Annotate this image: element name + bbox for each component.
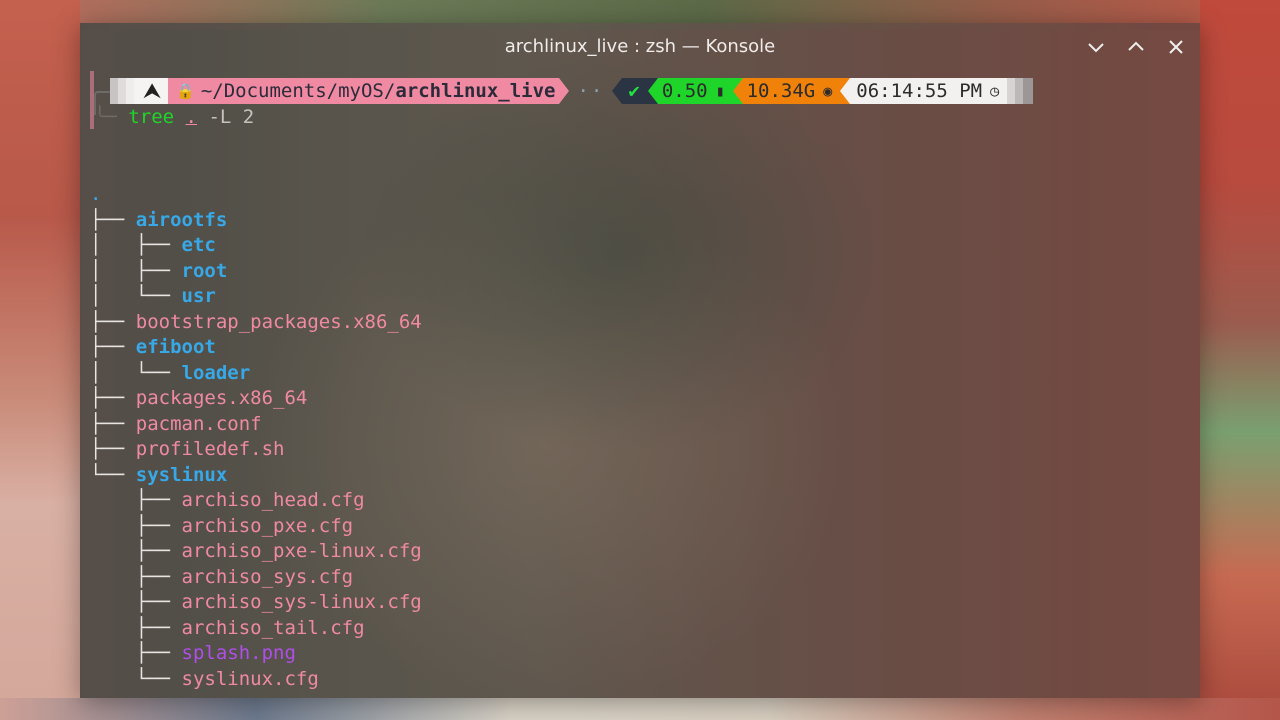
tree-root: . [90, 183, 102, 205]
tree-branch: ├── [90, 387, 136, 409]
tree-branch: ├── [90, 336, 136, 358]
command-prefix: ╰─ [94, 106, 129, 128]
konsole-window: archlinux_live : zsh — Konsole ⮝ 🔒 ~/Doc… [80, 23, 1200, 698]
tree-row: ├── archiso_pxe-linux.cfg [90, 539, 422, 565]
tree-row: ├── airootfs [90, 208, 422, 234]
tree-file: bootstrap_packages.x86_64 [135, 310, 422, 333]
tree-branch: ├── [90, 565, 182, 588]
load-value: 0.50 [661, 80, 708, 102]
tree-branch: │ └── [90, 285, 182, 307]
tree-branch: ├── [90, 514, 182, 537]
chevron-down-icon [1088, 43, 1104, 53]
tree-row: ├── bootstrap_packages.x86_64 [90, 310, 422, 336]
terminal-area[interactable]: ⮝ 🔒 ~/Documents/myOS/archlinux_live ·· ✔… [80, 71, 1200, 698]
tree-row: ├── pacman.conf [90, 412, 422, 438]
tree-branch: └── [90, 667, 182, 690]
prompt-dots: ·· [577, 80, 605, 102]
tree-branch: ├── [90, 591, 182, 613]
arch-logo-icon: ⮝ [134, 78, 169, 104]
tree-file: archiso_pxe-linux.cfg [181, 540, 422, 562]
tree-row: ├── efiboot [90, 335, 422, 361]
powerline-prompt: ⮝ 🔒 ~/Documents/myOS/archlinux_live ·· ✔… [110, 78, 1034, 104]
tree-row: . [90, 182, 422, 208]
time-value: 06:14:55 PM [856, 80, 983, 102]
prompt-path: 🔒 ~/Documents/myOS/archlinux_live [168, 78, 560, 104]
memory-value: 10.34G [746, 80, 816, 102]
tree-branch: ├── [90, 310, 136, 333]
maximize-button[interactable] [1124, 35, 1148, 59]
tree-branch: ├── [90, 208, 136, 231]
tree-row: ├── archiso_tail.cfg [90, 616, 422, 642]
tree-branch: ├── [90, 642, 182, 664]
lock-icon: 🔒 [176, 82, 195, 100]
tree-row: └── syslinux [90, 463, 422, 489]
tree-branch: └── [90, 463, 136, 486]
minimize-button[interactable] [1084, 35, 1108, 59]
tree-directory: usr [181, 285, 216, 307]
tree-directory: loader [181, 361, 251, 384]
wallpaper-right [1200, 0, 1280, 720]
tree-row: │ ├── etc [90, 233, 422, 259]
command-flags: -L 2 [208, 106, 255, 128]
tree-row: ├── archiso_sys-linux.cfg [90, 590, 422, 616]
tree-file: archiso_sys-linux.cfg [181, 591, 422, 613]
tree-branch: │ ├── [90, 259, 182, 282]
tree-file: syslinux.cfg [181, 667, 319, 690]
tree-file: profiledef.sh [135, 438, 285, 460]
tree-row: ├── archiso_sys.cfg [90, 565, 422, 591]
tree-branch: │ ├── [90, 234, 182, 256]
prompt-time: 06:14:55 PM ◷ [850, 78, 1008, 104]
tree-file: splash.png [181, 642, 296, 664]
path-prefix: ~/Documents/myOS/ [200, 80, 396, 102]
wallpaper-left [0, 0, 80, 720]
tree-branch: ├── [90, 616, 182, 639]
tree-file: archiso_tail.cfg [181, 616, 365, 639]
command-arg: . [185, 106, 197, 128]
tree-file: pacman.conf [135, 412, 262, 435]
tree-row: ├── packages.x86_64 [90, 386, 422, 412]
tree-directory: efiboot [135, 336, 216, 358]
clock-icon: ◷ [990, 82, 1000, 100]
tree-row: ├── profiledef.sh [90, 437, 422, 463]
tree-row: │ └── usr [90, 284, 422, 310]
tree-branch: ├── [90, 438, 136, 460]
chevron-up-icon [1128, 41, 1144, 51]
tree-branch: ├── [90, 489, 182, 511]
status-ok-icon: ✔ [622, 78, 648, 104]
tree-directory: root [181, 259, 228, 282]
tree-branch: │ └── [90, 361, 182, 384]
tree-branch: ├── [90, 540, 182, 562]
tree-row: └── syslinux.cfg [90, 667, 422, 693]
command-line[interactable]: ╰─ tree . -L 2 [94, 104, 254, 130]
tree-row: ├── splash.png [90, 641, 422, 667]
tree-row: ├── archiso_head.cfg [90, 488, 422, 514]
wallpaper-bottom [0, 698, 1280, 720]
tree-directory: etc [181, 234, 216, 256]
tree-file: archiso_pxe.cfg [181, 514, 354, 537]
tree-output: . ├── airootfs │ ├── etc │ ├── root │ └── us… [90, 182, 422, 692]
tree-file: packages.x86_64 [135, 387, 308, 409]
close-icon [1169, 40, 1183, 54]
tree-file: archiso_head.cfg [181, 489, 365, 511]
path-current: archlinux_live [395, 80, 556, 102]
tree-file: archiso_sys.cfg [181, 565, 354, 588]
titlebar[interactable]: archlinux_live : zsh — Konsole [80, 23, 1200, 71]
tree-row: │ └── loader [90, 361, 422, 387]
memory-usage: 10.34G ◉ [742, 78, 841, 104]
tree-branch: ├── [90, 412, 136, 435]
window-title: archlinux_live : zsh — Konsole [504, 36, 776, 57]
tree-directory: syslinux [135, 463, 228, 486]
load-chart-icon: ▮ [715, 82, 725, 100]
command-name: tree [128, 106, 175, 128]
tree-row: │ ├── root [90, 259, 422, 285]
memory-gauge-icon: ◉ [823, 82, 833, 100]
load-average: 0.50 ▮ [657, 78, 733, 104]
tree-directory: airootfs [135, 208, 228, 231]
tree-row: ├── archiso_pxe.cfg [90, 514, 422, 540]
close-button[interactable] [1164, 35, 1188, 59]
